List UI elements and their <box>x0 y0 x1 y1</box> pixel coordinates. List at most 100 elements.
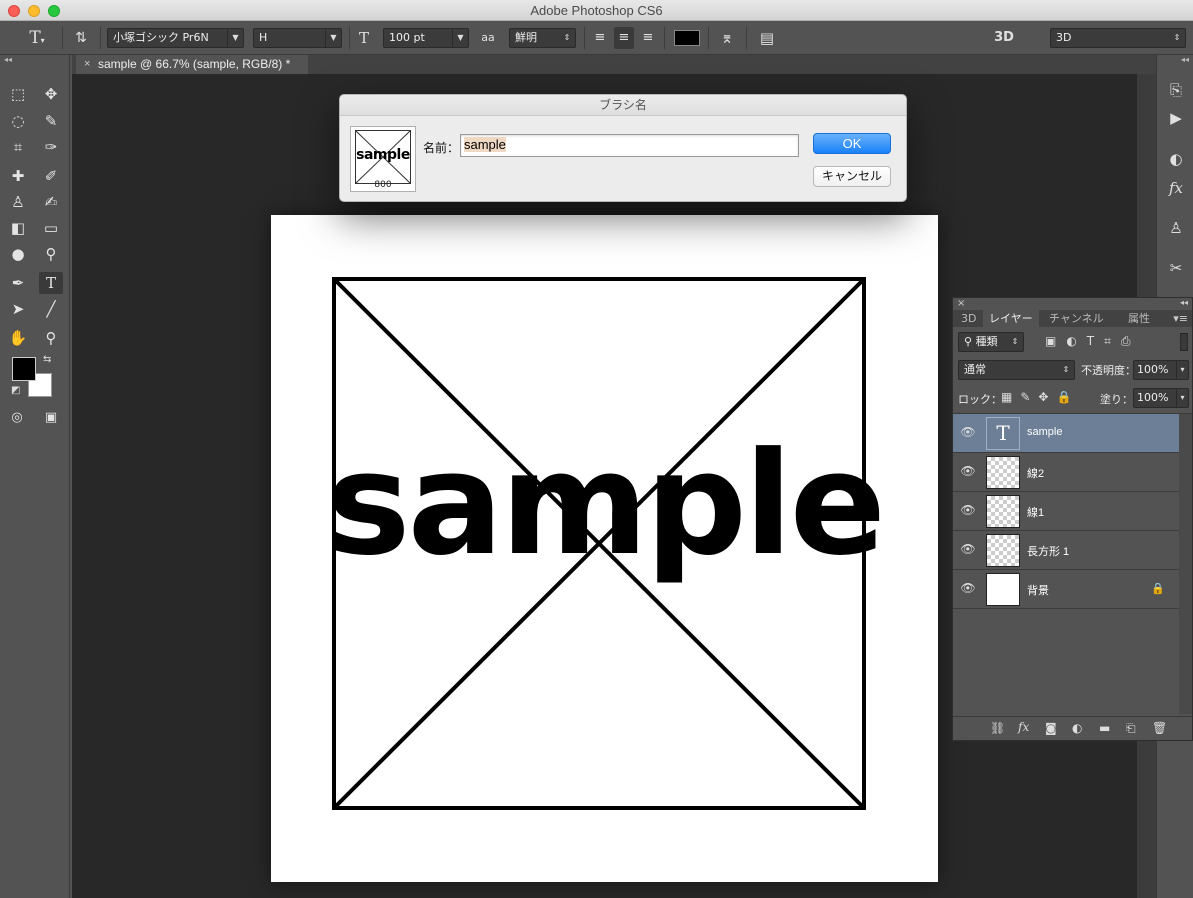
quick-mask-icon[interactable]: ◎ <box>5 407 29 429</box>
tab-properties[interactable]: 属性 <box>1122 310 1156 327</box>
chevron-updown-icon: ⇕ <box>1011 337 1019 346</box>
dodge-tool-icon[interactable]: ⚲ <box>39 243 63 265</box>
lock-options-icons[interactable]: ▦✎✥🔒 <box>1001 390 1079 404</box>
blur-tool-icon[interactable]: ● <box>6 243 30 265</box>
adjustment-layer-icon[interactable]: ◐ <box>1072 721 1082 735</box>
gradient-tool-icon[interactable]: ▭ <box>39 217 63 239</box>
brush-tool-icon[interactable]: ✐ <box>39 165 63 187</box>
eraser-tool-icon[interactable]: ◧ <box>6 217 30 239</box>
warp-text-icon[interactable]: ⌆ <box>716 27 738 49</box>
close-panel-icon[interactable]: × <box>957 298 965 309</box>
layer-filter-select[interactable]: ⚲ 種類 ⇕ <box>958 332 1024 352</box>
layers-panel: × ◂◂ 3D レイヤー チャンネル 属性 ▾≡ ⚲ 種類 ⇕ ▣◐T⌗⎙ 通常… <box>952 297 1193 741</box>
brush-name-input[interactable]: sample <box>460 134 799 157</box>
eye-icon[interactable]: 👁 <box>960 464 976 480</box>
antialias-select[interactable]: 鮮明 ⇕ <box>509 28 576 48</box>
ok-button[interactable]: OK <box>813 133 891 154</box>
document-canvas[interactable]: sample <box>271 215 938 882</box>
eye-icon[interactable]: 👁 <box>960 425 976 441</box>
eye-icon[interactable]: 👁 <box>960 503 976 519</box>
quick-selection-tool-icon[interactable]: ✎ <box>39 110 63 132</box>
link-layers-icon[interactable]: ⛓ <box>990 721 1005 735</box>
font-family-select[interactable]: 小塚ゴシック Pr6N ▼ <box>107 28 244 48</box>
marquee-tool-icon[interactable]: ⬚ <box>6 83 30 105</box>
close-tab-icon[interactable]: × <box>84 55 90 74</box>
eye-icon[interactable]: 👁 <box>960 581 976 597</box>
opacity-field[interactable]: 100% ▾ <box>1133 360 1189 380</box>
align-center-icon[interactable]: ≡ <box>614 27 634 49</box>
line-tool-icon[interactable]: ╱ <box>39 298 63 320</box>
search-icon: ⚲ <box>964 335 973 348</box>
trash-icon[interactable]: 🗑 <box>1152 721 1167 735</box>
blend-mode-select[interactable]: 通常 ⇕ <box>958 360 1075 380</box>
actions-panel-icon[interactable]: ▶ <box>1165 107 1187 129</box>
foreground-color-swatch[interactable] <box>12 357 36 381</box>
adjustments-panel-icon[interactable]: ◐ <box>1165 148 1187 170</box>
text-layer-thumbnail: T <box>986 417 1020 450</box>
align-right-icon[interactable]: ≡ <box>638 27 658 49</box>
zoom-tool-icon[interactable]: ⚲ <box>39 327 63 349</box>
crop-tool-icon[interactable]: ⌗ <box>6 136 30 158</box>
shape-layer-thumbnail <box>986 534 1020 567</box>
add-mask-icon[interactable]: ◙ <box>1045 721 1057 735</box>
collapse-panel-icon[interactable]: ◂◂ <box>1180 298 1188 307</box>
layer-filter-icons[interactable]: ▣◐T⌗⎙ <box>1045 334 1141 349</box>
new-layer-icon[interactable]: ⎗ <box>1126 721 1136 736</box>
move-tool-icon[interactable]: ✥ <box>39 83 63 105</box>
layer-row[interactable]: 👁 T sample <box>953 414 1179 453</box>
layers-scrollbar[interactable] <box>1179 414 1192 714</box>
document-tab[interactable]: × sample @ 66.7% (sample, RGB/8) * <box>76 55 308 74</box>
layer-row[interactable]: 👁 長方形 1 <box>953 531 1179 570</box>
filter-toggle[interactable] <box>1180 333 1188 351</box>
pen-tool-icon[interactable]: ✒ <box>6 272 30 294</box>
lasso-tool-icon[interactable]: ◌ <box>6 110 30 132</box>
character-panel-icon[interactable]: ▤ <box>756 27 778 49</box>
clone-stamp-tool-icon[interactable]: ♙ <box>6 191 30 213</box>
fill-field[interactable]: 100% ▾ <box>1133 388 1189 408</box>
history-panel-icon[interactable]: ⎘ <box>1165 79 1187 101</box>
layer-row[interactable]: 👁 線2 <box>953 453 1179 492</box>
antialias-value: 鮮明 <box>515 31 537 44</box>
type-tool-preset-icon[interactable]: T▾ <box>22 27 52 49</box>
clone-source-panel-icon[interactable]: ♙ <box>1165 217 1187 239</box>
eye-icon[interactable]: 👁 <box>960 542 976 558</box>
font-style-select[interactable]: H ▼ <box>253 28 342 48</box>
healing-brush-tool-icon[interactable]: ✚ <box>6 165 30 187</box>
expand-panels-icon[interactable]: ◂◂ <box>1181 55 1189 64</box>
name-label: 名前： <box>423 141 460 155</box>
tab-3d[interactable]: 3D <box>955 310 982 327</box>
path-selection-tool-icon[interactable]: ➤ <box>6 298 30 320</box>
brush-name-dialog: ブラシ名 sample 800 名前： sample OK キャンセル <box>339 94 907 202</box>
brush-name-value: sample <box>464 137 506 152</box>
hand-tool-icon[interactable]: ✋ <box>6 327 30 349</box>
brush-preview-text: sample <box>356 147 410 163</box>
workspace-select[interactable]: 3D ⇕ <box>1050 28 1186 48</box>
canvas-text-layer: sample <box>326 422 886 587</box>
layer-filter-value: 種類 <box>975 335 998 348</box>
text-color-swatch[interactable] <box>674 30 700 46</box>
font-size-select[interactable]: 100 pt ▼ <box>383 28 469 48</box>
layer-style-icon[interactable]: fx <box>1018 720 1029 734</box>
font-family-value: 小塚ゴシック Pr6N <box>113 31 209 44</box>
tab-channels[interactable]: チャンネル <box>1043 310 1110 327</box>
layer-row[interactable]: 👁 背景 🔒 <box>953 570 1179 609</box>
new-group-icon[interactable]: ▬ <box>1099 721 1110 735</box>
styles-panel-icon[interactable]: fx <box>1165 177 1187 199</box>
history-brush-tool-icon[interactable]: ✍ <box>39 191 63 213</box>
tab-layers[interactable]: レイヤー <box>983 310 1039 327</box>
collapse-panel-icon[interactable]: ◂◂ <box>0 55 70 65</box>
panel-menu-icon[interactable]: ▾≡ <box>1173 310 1188 327</box>
tool-presets-panel-icon[interactable]: ✂ <box>1165 257 1187 279</box>
layer-row[interactable]: 👁 線1 <box>953 492 1179 531</box>
swap-colors-icon[interactable]: ⇆ <box>43 354 51 365</box>
chevron-down-icon: ▼ <box>325 29 341 47</box>
toggle-text-orientation-icon[interactable]: ⇅ <box>70 27 92 49</box>
default-colors-icon[interactable]: ◩ <box>11 385 20 396</box>
align-left-icon[interactable]: ≡ <box>590 27 610 49</box>
panel-tabs: 3D レイヤー チャンネル 属性 ▾≡ <box>953 310 1192 327</box>
tools-panel: ◂◂ ⬚ ✥ ◌ ✎ ⌗ ✑ ✚ ✐ ♙ ✍ ◧ ▭ ● ⚲ ✒ T ➤ ╱ ✋… <box>0 55 70 898</box>
eyedropper-tool-icon[interactable]: ✑ <box>39 136 63 158</box>
screen-mode-icon[interactable]: ▣ <box>39 407 63 429</box>
type-tool-icon[interactable]: T <box>39 272 63 294</box>
cancel-button[interactable]: キャンセル <box>813 166 891 187</box>
